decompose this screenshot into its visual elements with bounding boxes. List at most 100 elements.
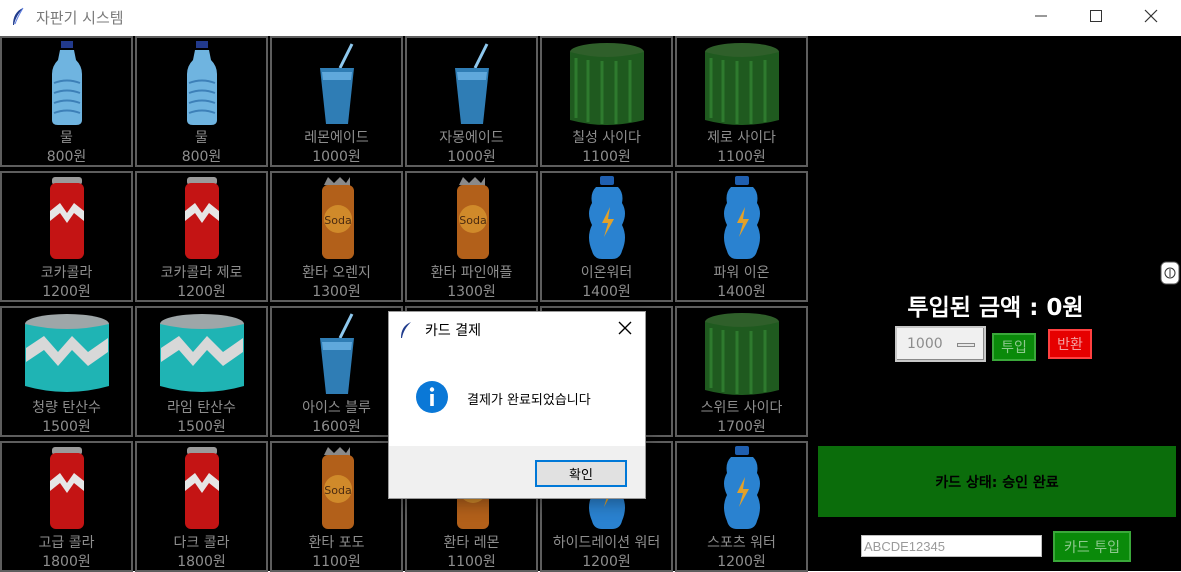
product-price: 1300원 bbox=[447, 284, 496, 300]
product-price: 1100원 bbox=[717, 149, 766, 165]
insert-cash-button[interactable]: 투입 bbox=[992, 333, 1036, 361]
product-name: 이온워터 bbox=[580, 265, 633, 281]
card-number-field[interactable] bbox=[861, 535, 1042, 557]
info-icon bbox=[416, 381, 448, 413]
teal-can-icon bbox=[2, 308, 131, 400]
product-price: 1700원 bbox=[717, 419, 766, 435]
product-price: 1200원 bbox=[717, 554, 766, 570]
product-name: 물 bbox=[60, 130, 73, 146]
green-can-icon bbox=[542, 38, 671, 130]
bill-amount-select[interactable]: 1000 bbox=[895, 326, 986, 362]
product-name: 환타 포도 bbox=[308, 535, 365, 551]
product-price: 1200원 bbox=[42, 284, 91, 300]
product-cell[interactable]: 코카콜라 제로 1200원 bbox=[135, 171, 268, 302]
product-name: 자몽에이드 bbox=[439, 130, 504, 146]
product-name: 제로 사이다 bbox=[707, 130, 776, 146]
option-menu-indicator-icon bbox=[957, 343, 975, 347]
cup-with-straw-icon bbox=[272, 38, 401, 130]
product-price: 1000원 bbox=[312, 149, 361, 165]
return-cash-button[interactable]: 반환 bbox=[1048, 329, 1092, 359]
product-cell[interactable]: 청량 탄산수 1500원 bbox=[0, 306, 133, 437]
product-price: 1500원 bbox=[177, 419, 226, 435]
product-cell[interactable]: 파워 이온 1400원 bbox=[675, 171, 808, 302]
product-name: 하이드레이션 워터 bbox=[552, 535, 661, 551]
product-name: 환타 오렌지 bbox=[302, 265, 371, 281]
product-name: 스위트 사이다 bbox=[700, 400, 783, 416]
sport-bottle-icon bbox=[677, 173, 806, 265]
minimize-button[interactable] bbox=[1018, 0, 1064, 32]
card-status-label: 카드 상태: 승인 완료 bbox=[818, 446, 1176, 517]
product-price: 800원 bbox=[181, 149, 222, 165]
product-cell[interactable]: 고급 콜라 1800원 bbox=[0, 441, 133, 572]
bill-amount-value: 1000 bbox=[907, 336, 943, 352]
product-name: 환타 파인애플 bbox=[430, 265, 513, 281]
product-cell[interactable]: Soda 환타 포도 1100원 bbox=[270, 441, 403, 572]
ok-button[interactable]: 확인 bbox=[535, 460, 627, 487]
product-price: 800원 bbox=[46, 149, 87, 165]
product-cell[interactable]: 자몽에이드 1000원 bbox=[405, 36, 538, 167]
product-cell[interactable]: 레몬에이드 1000원 bbox=[270, 36, 403, 167]
teal-can-icon bbox=[137, 308, 266, 400]
svg-text:Soda: Soda bbox=[459, 214, 486, 227]
product-price: 1200원 bbox=[582, 554, 631, 570]
product-price: 1400원 bbox=[717, 284, 766, 300]
sport-bottle-icon bbox=[542, 173, 671, 265]
product-name: 스포츠 워터 bbox=[707, 535, 776, 551]
product-cell[interactable]: 칠성 사이다 1100원 bbox=[540, 36, 673, 167]
product-name: 코카콜라 제로 bbox=[160, 265, 243, 281]
product-cell[interactable]: 물 800원 bbox=[0, 36, 133, 167]
sport-bottle-icon bbox=[677, 443, 806, 535]
cup-with-straw-icon bbox=[407, 38, 536, 130]
side-handle-icon[interactable] bbox=[1159, 261, 1181, 285]
product-name: 환타 레몬 bbox=[443, 535, 500, 551]
red-can-icon bbox=[2, 443, 131, 535]
soda-can-icon: Soda bbox=[407, 173, 536, 265]
dialog-close-icon[interactable] bbox=[617, 320, 633, 336]
product-cell[interactable]: 스포츠 워터 1200원 bbox=[675, 441, 808, 572]
red-can-icon bbox=[137, 173, 266, 265]
product-cell[interactable]: 스위트 사이다 1700원 bbox=[675, 306, 808, 437]
product-cell[interactable]: 라임 탄산수 1500원 bbox=[135, 306, 268, 437]
feather-icon bbox=[401, 322, 411, 338]
product-cell[interactable]: Soda 환타 파인애플 1300원 bbox=[405, 171, 538, 302]
product-price: 1500원 bbox=[42, 419, 91, 435]
product-name: 아이스 블루 bbox=[302, 400, 371, 416]
product-cell[interactable]: 다크 콜라 1800원 bbox=[135, 441, 268, 572]
product-price: 1200원 bbox=[177, 284, 226, 300]
product-price: 1400원 bbox=[582, 284, 631, 300]
product-cell[interactable]: 코카콜라 1200원 bbox=[0, 171, 133, 302]
product-name: 라임 탄산수 bbox=[167, 400, 236, 416]
card-payment-dialog: 카드 결제 결제가 완료되었습니다 확인 bbox=[388, 311, 646, 499]
dialog-message: 결제가 완료되었습니다 bbox=[467, 393, 591, 408]
product-price: 1800원 bbox=[177, 554, 226, 570]
close-icon bbox=[1144, 9, 1158, 23]
product-cell[interactable]: 제로 사이다 1100원 bbox=[675, 36, 808, 167]
green-can-icon bbox=[677, 308, 806, 400]
dialog-title: 카드 결제 bbox=[425, 323, 481, 339]
feather-icon bbox=[13, 7, 24, 25]
close-button[interactable] bbox=[1128, 0, 1174, 32]
control-panel: 투입된 금액 : 0원 1000 투입 반환 카드 상태: 승인 완료 카드 투… bbox=[810, 36, 1181, 571]
product-name: 물 bbox=[195, 130, 208, 146]
soda-can-icon: Soda bbox=[272, 443, 401, 535]
product-price: 1800원 bbox=[42, 554, 91, 570]
minimize-icon bbox=[1035, 15, 1047, 17]
product-name: 청량 탄산수 bbox=[32, 400, 101, 416]
green-can-icon bbox=[677, 38, 806, 130]
product-price: 1100원 bbox=[312, 554, 361, 570]
product-name: 코카콜라 bbox=[40, 265, 93, 281]
maximize-button[interactable] bbox=[1073, 0, 1119, 32]
svg-text:Soda: Soda bbox=[324, 214, 351, 227]
product-name: 파워 이온 bbox=[713, 265, 770, 281]
product-cell[interactable]: 물 800원 bbox=[135, 36, 268, 167]
product-price: 1300원 bbox=[312, 284, 361, 300]
product-name: 레몬에이드 bbox=[304, 130, 369, 146]
red-can-icon bbox=[137, 443, 266, 535]
water-bottle-icon bbox=[137, 38, 266, 130]
product-cell[interactable]: Soda 환타 오렌지 1300원 bbox=[270, 171, 403, 302]
product-cell[interactable]: 이온워터 1400원 bbox=[540, 171, 673, 302]
cup-with-straw-icon bbox=[272, 308, 401, 400]
card-insert-button[interactable]: 카드 투입 bbox=[1053, 531, 1131, 562]
dialog-footer: 확인 bbox=[389, 446, 645, 498]
product-cell[interactable]: 아이스 블루 1600원 bbox=[270, 306, 403, 437]
